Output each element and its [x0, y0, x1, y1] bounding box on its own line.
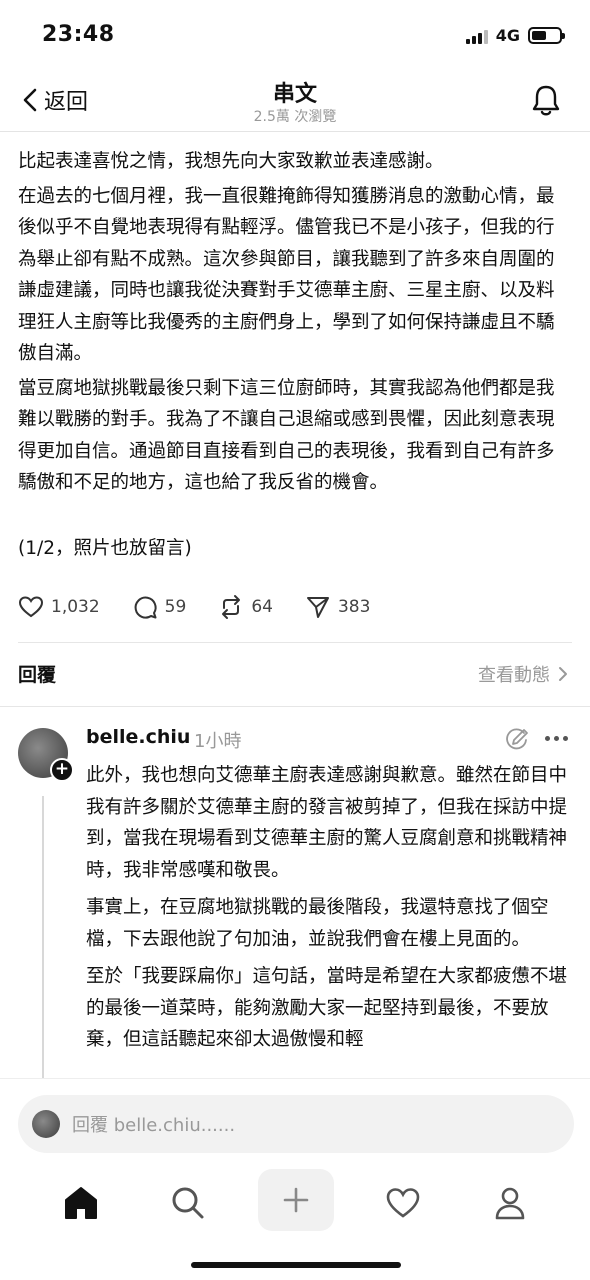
comment-body: 此外，我也想向艾德華主廚表達感謝與歉意。雖然在節目中我有許多關於艾德華主廚的發言…	[86, 760, 570, 1078]
bell-icon	[532, 85, 560, 116]
post-paragraph: 當豆腐地獄挑戰最後只剩下這三位廚師時，其實我認為他們都是我難以戰勝的對手。我為了…	[18, 377, 555, 494]
comment-bubble-icon	[134, 596, 157, 619]
status-bar: 23:48 4G	[0, 0, 590, 70]
signal-icon	[465, 28, 488, 44]
top-nav: 返回 串文 2.5萬 次瀏覽	[0, 70, 590, 132]
status-indicators: 4G	[465, 26, 565, 45]
heart-icon	[18, 596, 44, 618]
post-actions: 1,032 59 64 383	[18, 594, 402, 620]
replies-title: 回覆	[18, 664, 57, 686]
share-button[interactable]: 383	[305, 594, 370, 620]
network-type: 4G	[495, 26, 520, 45]
post-paragraph: 在過去的七個月裡，我一直很難掩飾得知獲勝消息的激動心情，最後似乎不自覺地表現得有…	[18, 185, 555, 365]
edit-button[interactable]	[504, 727, 530, 757]
battery-icon	[528, 27, 565, 44]
reply-input[interactable]: 回覆 belle.chiu......	[18, 1095, 574, 1153]
home-icon	[65, 1187, 97, 1219]
divider	[18, 642, 572, 643]
post-body: 比起表達喜悅之情，我想先向大家致歉並表達感謝。 在過去的七個月裡，我一直很難掩飾…	[18, 146, 570, 567]
replies-header: 回覆 查看動態	[18, 660, 568, 690]
search-icon	[172, 1187, 204, 1219]
comment-username[interactable]: belle.chiu	[86, 726, 190, 748]
page-title: 串文	[272, 82, 317, 107]
tab-profile[interactable]	[480, 1173, 540, 1233]
edit-icon	[506, 728, 528, 750]
comment-paragraph: 至於「我要踩扁你」這句話，當時是希望在大家都疲憊不堪的最後一道菜時，能夠激勵大家…	[86, 966, 568, 1050]
divider	[0, 706, 590, 707]
more-options-icon[interactable]	[545, 736, 568, 741]
heart-icon	[386, 1188, 420, 1218]
comment-paragraph: 事實上，在豆腐地獄挑戰的最後階段，我還特意找了個空檔，下去跟他說了句加油，並說我…	[86, 897, 549, 950]
view-count: 2.5萬 次瀏覽	[253, 109, 337, 125]
repost-icon	[222, 595, 241, 619]
comment-button[interactable]: 59	[132, 594, 187, 620]
view-activity-label: 查看動態	[478, 665, 550, 686]
tab-activity[interactable]	[373, 1173, 433, 1233]
status-time: 23:48	[42, 22, 115, 47]
share-count: 383	[337, 597, 371, 617]
notification-button[interactable]	[528, 82, 564, 122]
view-activity-link[interactable]: 查看動態	[478, 661, 568, 687]
like-button[interactable]: 1,032	[18, 595, 100, 619]
follow-plus-icon[interactable]: +	[50, 758, 74, 782]
tab-search[interactable]	[158, 1173, 218, 1233]
reply-input-placeholder: 回覆 belle.chiu......	[72, 1115, 236, 1136]
post-paragraph: 比起表達喜悅之情，我想先向大家致歉並表達感謝。	[18, 151, 444, 172]
home-indicator	[191, 1262, 401, 1268]
comment-paragraph: 此外，我也想向艾德華主廚表達感謝與歉意。雖然在節目中我有許多關於艾德華主廚的發言…	[86, 765, 568, 881]
send-icon	[306, 597, 329, 618]
repost-button[interactable]: 64	[218, 594, 273, 620]
chevron-right-icon	[559, 667, 567, 681]
avatar	[32, 1110, 60, 1138]
comment-timestamp: 1小時	[194, 731, 242, 752]
comment-count: 59	[164, 597, 187, 617]
tab-compose[interactable]	[258, 1169, 334, 1231]
post-paragraph: (1/2，照片也放留言)	[18, 537, 192, 559]
tab-bar	[0, 1169, 590, 1235]
repost-count: 64	[251, 597, 273, 617]
person-icon	[495, 1187, 525, 1220]
bottom-area: 回覆 belle.chiu......	[0, 1078, 590, 1280]
like-count: 1,032	[51, 597, 100, 617]
plus-icon	[283, 1187, 309, 1213]
thread-line	[42, 796, 44, 1078]
tab-home[interactable]	[51, 1173, 111, 1233]
